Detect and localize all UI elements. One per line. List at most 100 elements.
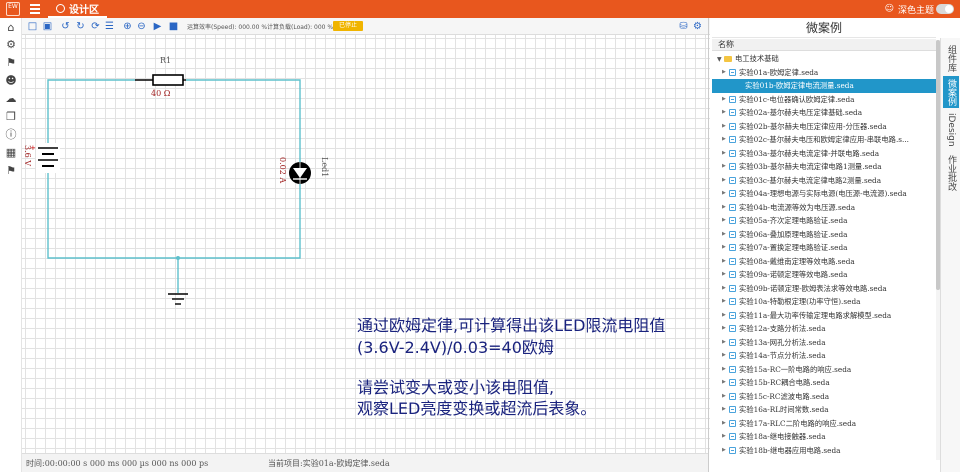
chevron-right-icon[interactable]: ▶ (722, 187, 726, 201)
case-file-icon (729, 244, 736, 251)
chevron-right-icon[interactable]: ▶ (722, 255, 726, 269)
tab-homework[interactable]: 作业批改 (943, 152, 959, 194)
chevron-right-icon[interactable]: ▶ (722, 295, 726, 309)
chevron-right-icon[interactable]: ▶ (722, 349, 726, 363)
tree-item[interactable]: ▶ 实验16a-RL时间常数.seda (712, 403, 936, 417)
tree-item[interactable]: ▶ 实验11a-最大功率传输定理电路求解模型.seda (712, 309, 936, 323)
chevron-right-icon[interactable]: ▶ (722, 93, 726, 107)
chevron-right-icon[interactable]: ▶ (722, 309, 726, 323)
tree-item[interactable]: ▶ 实验07a-置换定理电路验证.seda (712, 241, 936, 255)
tree-item[interactable]: ▶ 实验18b-继电器应用电路.seda (712, 444, 936, 458)
zoom-out-icon[interactable]: ⊖ (136, 21, 147, 32)
design-canvas[interactable]: R1 40 Ω + 3.6 V 0.02 A Led1 通过欧姆定律,可计算得出 (22, 35, 710, 453)
tree-item[interactable]: ▶ 实验15a-RC一阶电路的响应.seda (712, 363, 936, 377)
tree-item-label: 实验08a-戴维南定理等效电路.seda (739, 256, 855, 266)
cloud-icon[interactable]: ☁ (5, 93, 17, 105)
chevron-right-icon[interactable]: ▶ (722, 133, 726, 147)
chevron-right-icon[interactable]: ▶ (722, 66, 726, 80)
tab-cases[interactable]: 微案例 (943, 76, 959, 108)
resistor-r1[interactable] (135, 74, 186, 86)
ground-symbol[interactable] (168, 293, 188, 305)
tree-item[interactable]: ▶ 实验12a-支路分析法.seda (712, 322, 936, 336)
tree-folder[interactable]: ▼ 电工技术基础 (712, 52, 936, 66)
battery[interactable]: + (30, 143, 60, 173)
chevron-right-icon[interactable]: ▶ (722, 160, 726, 174)
tree-item[interactable]: ▶ 实验14a-节点分析法.seda (712, 349, 936, 363)
tab-design-area[interactable]: 设计区 (48, 0, 107, 18)
database-icon[interactable]: ⛁ (678, 21, 689, 32)
tree-item[interactable]: ▶ 实验15c-RC滤波电路.seda (712, 390, 936, 404)
info-icon[interactable]: ⓘ (5, 129, 17, 141)
chevron-right-icon[interactable]: ▶ (722, 174, 726, 188)
tree-item[interactable]: ▶ 实验01c-电位器确认欧姆定律.seda (712, 93, 936, 107)
redo-icon[interactable]: ↻ (75, 21, 86, 32)
chevron-right-icon[interactable]: ▶ (722, 322, 726, 336)
tree-item[interactable]: ▶ 实验08a-戴维南定理等效电路.seda (712, 255, 936, 269)
tree-item[interactable]: ▶ 实验17a-RLC二阶电路的响应.seda (712, 417, 936, 431)
user-icon[interactable]: ☻ (5, 75, 17, 87)
chevron-right-icon[interactable]: ▶ (722, 403, 726, 417)
tree-item[interactable]: 实验01b-欧姆定律电流测量.seda (712, 79, 936, 93)
zoom-in-icon[interactable]: ⊕ (122, 21, 133, 32)
tree-item[interactable]: ▶ 实验04b-电流源等效为电压源.seda (712, 201, 936, 215)
undo-icon[interactable]: ↺ (60, 21, 71, 32)
stop-icon[interactable]: ■ (168, 21, 179, 32)
tree-column-header[interactable]: 名称 (712, 39, 936, 51)
tree-item[interactable]: ▶ 实验04a-理想电源与实际电源(电压源-电流源).seda (712, 187, 936, 201)
align-icon[interactable]: ☰ (104, 21, 115, 32)
chevron-right-icon[interactable]: ▶ (722, 430, 726, 444)
tree-item[interactable]: ▶ 实验02a-基尔赫夫电压定律基础.seda (712, 106, 936, 120)
tree-item[interactable]: ▶ 实验10a-特勒根定理(功率守恒).seda (712, 295, 936, 309)
chevron-right-icon[interactable]: ▶ (722, 336, 726, 350)
chevron-right-icon[interactable]: ▶ (722, 241, 726, 255)
chevron-right-icon[interactable]: ▶ (722, 390, 726, 404)
tree-item[interactable]: ▶ 实验09a-诺顿定理等效电路.seda (712, 268, 936, 282)
tree-item[interactable]: ▶ 实验18a-继电接触器.seda (712, 430, 936, 444)
chevron-down-icon[interactable]: ▼ (717, 53, 724, 66)
chevron-right-icon[interactable]: ▶ (722, 147, 726, 161)
tree-item[interactable]: ▶ 实验03a-基尔赫夫电流定律-并联电路.seda (712, 147, 936, 161)
panel-divider[interactable] (708, 18, 709, 472)
map-icon[interactable]: ▦ (5, 147, 17, 159)
user-icon[interactable]: ☺ (885, 4, 894, 14)
tree-item[interactable]: ▶ 实验01a-欧姆定律.seda (712, 66, 936, 80)
led1[interactable] (289, 162, 311, 184)
chevron-right-icon[interactable]: ▶ (722, 417, 726, 431)
rotate-icon[interactable]: ⟳ (90, 21, 101, 32)
sim-state-badge[interactable]: 已停止 (333, 21, 363, 31)
tree-item[interactable]: ▶ 实验06a-叠加原理电路验证.seda (712, 228, 936, 242)
menu-icon[interactable] (28, 2, 42, 16)
tree-item[interactable]: ▶ 实验13a-网孔分析法.seda (712, 336, 936, 350)
chevron-right-icon[interactable]: ▶ (722, 201, 726, 215)
chevron-right-icon[interactable]: ▶ (722, 268, 726, 282)
bookmark-icon[interactable]: ⚑ (5, 165, 17, 177)
tree-item[interactable]: ▶ 实验15b-RC耦合电路.seda (712, 376, 936, 390)
chevron-right-icon[interactable]: ▶ (722, 228, 726, 242)
tree-item[interactable]: ▶ 实验05a-齐次定理电路验证.seda (712, 214, 936, 228)
tree-item-label: 实验15a-RC一阶电路的响应.seda (739, 364, 852, 374)
new-file-icon[interactable]: □ (27, 21, 38, 32)
tree-item[interactable]: ▶ 实验03c-基尔赫夫电流定律电路2测量.seda (712, 174, 936, 188)
chevron-right-icon[interactable]: ▶ (722, 363, 726, 377)
copy-icon[interactable]: ❐ (5, 111, 17, 123)
tree-item[interactable]: ▶ 实验02b-基尔赫夫电压定律应用-分压器.seda (712, 120, 936, 134)
gear-icon[interactable]: ⚙ (692, 21, 703, 32)
play-icon[interactable]: ▶ (152, 21, 163, 32)
chevron-right-icon[interactable]: ▶ (722, 444, 726, 458)
wire-top[interactable] (47, 79, 301, 259)
tab-components[interactable]: 组件库 (943, 42, 959, 74)
theme-toggle[interactable] (936, 4, 954, 14)
save-icon[interactable]: ▣ (42, 21, 53, 32)
tree-item[interactable]: ▶ 实验02c-基尔赫夫电压和欧姆定律应用-串联电路.s... (712, 133, 936, 147)
pin-icon[interactable]: ⚑ (5, 57, 17, 69)
tab-idesign[interactable]: iDesign (943, 110, 959, 150)
home-icon[interactable]: ⌂ (5, 22, 17, 34)
tree-item[interactable]: ▶ 实验09b-诺顿定理-欧姆表法求等效电路.seda (712, 282, 936, 296)
chevron-right-icon[interactable]: ▶ (722, 106, 726, 120)
chevron-right-icon[interactable]: ▶ (722, 282, 726, 296)
chevron-right-icon[interactable]: ▶ (722, 376, 726, 390)
settings-icon[interactable]: ⚙ (5, 39, 17, 51)
chevron-right-icon[interactable]: ▶ (722, 120, 726, 134)
tree-item[interactable]: ▶ 实验03b-基尔赫夫电流定律电路1测量.seda (712, 160, 936, 174)
chevron-right-icon[interactable]: ▶ (722, 214, 726, 228)
